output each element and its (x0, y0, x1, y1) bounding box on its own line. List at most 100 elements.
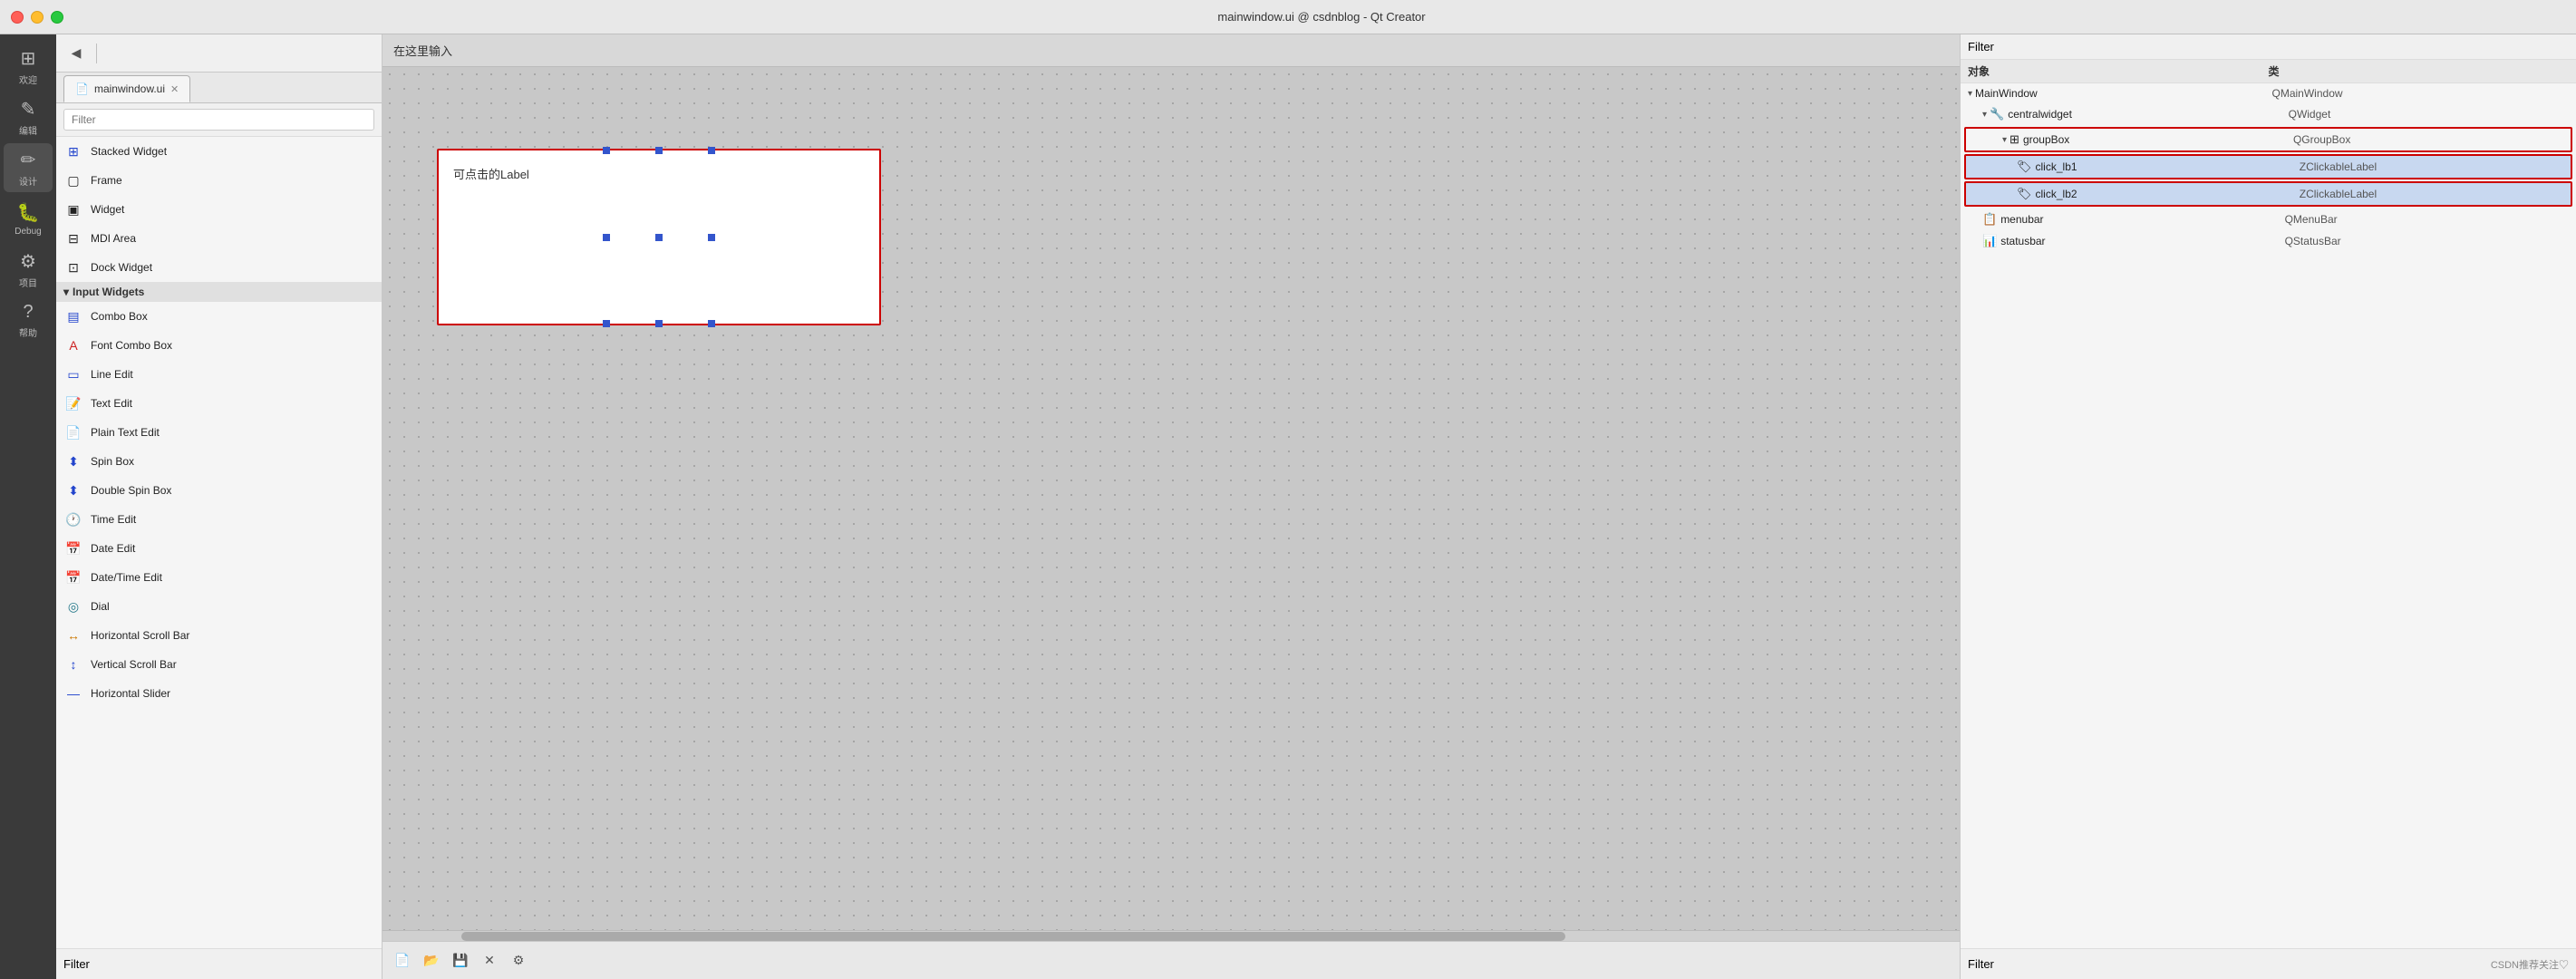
tree-cls-centralwidget: QWidget (2289, 108, 2569, 121)
open-button[interactable]: 📂 (419, 948, 444, 974)
list-item-line-edit[interactable]: ▭ Line Edit (56, 360, 382, 389)
horizontal-slider-label: Horizontal Slider (91, 687, 170, 700)
sidebar-label-debug: Debug (15, 227, 41, 237)
horizontal-slider-icon: — (63, 683, 83, 703)
click-lb1-icon: 🏷 (2017, 160, 2032, 174)
edit-icon: ✎ (21, 98, 36, 121)
back-button[interactable]: ◀ (63, 41, 89, 66)
sel-handle-tm[interactable] (655, 147, 663, 154)
canvas-area: 在这里输入 可点击的Label 📄 📂 (383, 34, 1960, 979)
section-arrow: ▾ (63, 286, 69, 298)
tab-close-button[interactable]: ✕ (170, 83, 179, 95)
sel-handle-tl[interactable] (603, 147, 610, 154)
text-edit-icon: 📝 (63, 393, 83, 413)
widget-list: ⊞ Stacked Widget ▢ Frame ▣ Widget ⊟ MDI … (56, 137, 382, 948)
tree-row-click-lb2[interactable]: 🏷 click_lb2 ZClickableLabel (1964, 181, 2572, 207)
sidebar-label-help: 帮助 (19, 325, 37, 339)
tree-row-centralwidget[interactable]: ▾ 🔧 centralwidget QWidget (1961, 103, 2576, 125)
tab-icon: 📄 (75, 82, 89, 95)
mdi-area-label: MDI Area (91, 232, 136, 245)
date-time-edit-label: Date/Time Edit (91, 571, 162, 584)
design-widget[interactable]: 可点击的Label (437, 149, 881, 325)
sidebar-item-design[interactable]: ✏ 设计 (4, 143, 53, 192)
list-item-dock-widget[interactable]: ⊡ Dock Widget (56, 253, 382, 282)
list-item-text-edit[interactable]: 📝 Text Edit (56, 389, 382, 418)
list-item-vertical-scroll-bar[interactable]: ↕ Vertical Scroll Bar (56, 650, 382, 679)
list-item-dial[interactable]: ◎ Dial (56, 592, 382, 621)
sel-handle-ml[interactable] (603, 234, 610, 241)
groupbox-icon: ⊞ (2009, 132, 2019, 147)
list-item-combo-box[interactable]: ▤ Combo Box (56, 302, 382, 331)
list-item-date-time-edit[interactable]: 📅 Date/Time Edit (56, 563, 382, 592)
tree-row-mainwindow[interactable]: ▾ MainWindow QMainWindow (1961, 83, 2576, 103)
toolbar-separator-1 (96, 44, 97, 63)
centralwidget-icon: 🔧 (1990, 107, 2004, 121)
scroll-thumb[interactable] (461, 932, 1565, 941)
list-item-time-edit[interactable]: 🕐 Time Edit (56, 505, 382, 534)
tree-cls-groupbox: QGroupBox (2293, 133, 2563, 146)
save-button[interactable]: 💾 (448, 948, 473, 974)
tree-cls-mainwindow: QMainWindow (2272, 87, 2569, 100)
canvas-grid[interactable]: 可点击的Label (383, 67, 1960, 930)
list-item-horizontal-scroll-bar[interactable]: ↔ Horizontal Scroll Bar (56, 621, 382, 650)
list-item-plain-text-edit[interactable]: 📄 Plain Text Edit (56, 418, 382, 447)
maximize-button[interactable] (51, 11, 63, 24)
new-file-button[interactable]: 📄 (390, 948, 415, 974)
list-item-spin-box[interactable]: ⬍ Spin Box (56, 447, 382, 476)
list-item-horizontal-slider[interactable]: — Horizontal Slider (56, 679, 382, 708)
design-icon: ✏ (21, 149, 36, 171)
right-filter-label: Filter (1968, 40, 1994, 53)
date-time-edit-icon: 📅 (63, 567, 83, 587)
design-widget-label: 可点击的Label (453, 165, 529, 182)
sidebar-item-welcome[interactable]: ⊞ 欢迎 (4, 42, 53, 91)
minimize-button[interactable] (31, 11, 44, 24)
canvas-bottom-toolbar: 📄 📂 💾 ✕ ⚙ (383, 941, 1960, 979)
tree-row-groupbox[interactable]: ▾ ⊞ groupBox QGroupBox (1964, 127, 2572, 152)
tree-row-menubar[interactable]: 📋 menubar QMenuBar (1961, 208, 2576, 230)
help-icon: ? (23, 302, 33, 323)
sidebar-item-help[interactable]: ? 帮助 (4, 296, 53, 344)
sel-handle-bm[interactable] (655, 320, 663, 327)
debug-icon: 🐛 (17, 201, 40, 224)
sel-handle-br[interactable] (708, 320, 715, 327)
tree-cls-click-lb1: ZClickableLabel (2300, 160, 2563, 173)
left-bottom-filter: Filter (56, 948, 382, 979)
list-item-frame[interactable]: ▢ Frame (56, 166, 382, 195)
list-item-mdi-area[interactable]: ⊟ MDI Area (56, 224, 382, 253)
canvas-label: 在这里输入 (393, 44, 452, 58)
sidebar-item-project[interactable]: ⚙ 项目 (4, 245, 53, 294)
tab-mainwindow[interactable]: 📄 mainwindow.ui ✕ (63, 75, 190, 102)
sel-handle-mm[interactable] (655, 234, 663, 241)
dial-icon: ◎ (63, 596, 83, 616)
list-item-widget[interactable]: ▣ Widget (56, 195, 382, 224)
sidebar-item-edit[interactable]: ✎ 编辑 (4, 92, 53, 141)
horizontal-scroll-bar-icon: ↔ (63, 625, 83, 645)
statusbar-icon: 📊 (1982, 234, 1997, 248)
close-doc-button[interactable]: ✕ (477, 948, 502, 974)
line-edit-icon: ▭ (63, 364, 83, 384)
time-edit-icon: 🕐 (63, 509, 83, 529)
text-edit-label: Text Edit (91, 397, 132, 410)
date-edit-label: Date Edit (91, 542, 135, 555)
list-item-font-combo-box[interactable]: A Font Combo Box (56, 331, 382, 360)
list-item-stacked-widget[interactable]: ⊞ Stacked Widget (56, 137, 382, 166)
sel-handle-mr[interactable] (708, 234, 715, 241)
widget-filter-input[interactable] (63, 109, 374, 131)
close-button[interactable] (11, 11, 24, 24)
sel-handle-tr[interactable] (708, 147, 715, 154)
double-spin-box-label: Double Spin Box (91, 484, 171, 497)
frame-label: Frame (91, 174, 122, 187)
list-item-double-spin-box[interactable]: ⬍ Double Spin Box (56, 476, 382, 505)
canvas-scrollbar[interactable] (383, 930, 1960, 941)
tree-obj-groupbox: groupBox (2023, 133, 2293, 146)
window-controls[interactable] (11, 11, 63, 24)
settings-button[interactable]: ⚙ (506, 948, 531, 974)
tree-row-click-lb1[interactable]: 🏷 click_lb1 ZClickableLabel (1964, 154, 2572, 179)
tree-obj-click-lb2: click_lb2 (2036, 188, 2300, 200)
vertical-scroll-bar-label: Vertical Scroll Bar (91, 658, 177, 671)
sidebar-item-debug[interactable]: 🐛 Debug (4, 194, 53, 243)
tree-row-statusbar[interactable]: 📊 statusbar QStatusBar (1961, 230, 2576, 252)
list-item-date-edit[interactable]: 📅 Date Edit (56, 534, 382, 563)
sel-handle-bl[interactable] (603, 320, 610, 327)
spin-box-label: Spin Box (91, 455, 134, 468)
